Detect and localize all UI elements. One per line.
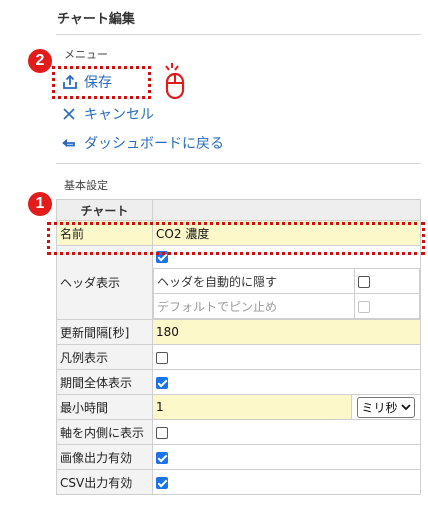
back-to-dashboard-label: ダッシュボードに戻る [84, 136, 224, 152]
auto-hide-header-label: ヘッダを自動的に隠す [153, 268, 355, 294]
name-row-highlight-box [47, 222, 425, 255]
pin-default-label: デフォルトでピン止め [153, 293, 355, 319]
update-interval-input[interactable]: 180 [152, 319, 421, 345]
upload-icon [62, 74, 84, 90]
image-output-label: 画像出力有効 [56, 444, 153, 470]
annotation-badge-2: 2 [28, 49, 52, 73]
chart-table-header: チャート [56, 199, 153, 221]
axis-inside-label: 軸を内側に表示 [56, 419, 153, 445]
update-interval-value: 180 [156, 325, 179, 339]
update-interval-row: 更新間隔[秒] 180 [56, 319, 421, 345]
cancel-label: キャンセル [84, 107, 154, 123]
csv-output-row: CSV出力有効 [56, 469, 421, 495]
back-arrow-icon [62, 137, 84, 149]
axis-inside-row: 軸を内側に表示 [56, 419, 421, 445]
menu-divider [56, 163, 421, 164]
annotation-badge-1: 1 [28, 192, 52, 216]
min-time-unit-select[interactable]: ミリ秒 [357, 396, 415, 418]
full-period-checkbox[interactable] [156, 376, 168, 389]
legend-label: 凡例表示 [56, 344, 153, 370]
min-time-row: 最小時間 1 ミリ秒 [56, 394, 421, 420]
title-divider [56, 34, 421, 35]
mouse-click-icon [160, 62, 190, 106]
image-output-row: 画像出力有効 [56, 444, 421, 470]
chart-table-header-empty [152, 199, 421, 221]
pin-default-checkbox [358, 300, 370, 313]
menu-section-label: メニュー [64, 48, 108, 61]
legend-row: 凡例表示 [56, 344, 421, 370]
image-output-checkbox[interactable] [156, 451, 168, 464]
save-label: 保存 [84, 75, 112, 91]
legend-checkbox[interactable] [156, 351, 168, 364]
auto-hide-header-checkbox[interactable] [358, 275, 370, 288]
axis-inside-checkbox[interactable] [156, 426, 168, 439]
csv-output-label: CSV出力有効 [56, 469, 153, 495]
close-icon [62, 107, 84, 121]
save-menu-item[interactable]: 保存 [62, 70, 112, 94]
update-interval-label: 更新間隔[秒] [56, 319, 153, 345]
min-time-value: 1 [156, 400, 164, 414]
csv-output-checkbox[interactable] [156, 476, 168, 489]
chevron-down-icon [400, 404, 411, 411]
min-time-label: 最小時間 [56, 394, 153, 420]
min-time-input[interactable]: 1 [153, 395, 352, 419]
cancel-menu-item[interactable]: キャンセル [62, 102, 154, 126]
full-period-label: 期間全体表示 [56, 369, 153, 395]
full-period-row: 期間全体表示 [56, 369, 421, 395]
header-display-label: ヘッダ表示 [56, 245, 153, 320]
back-to-dashboard-menu-item[interactable]: ダッシュボードに戻る [62, 131, 224, 155]
min-time-unit-value: ミリ秒 [361, 400, 398, 415]
header-display-row: ヘッダ表示 ヘッダを自動的に隠す デフォルトでピン止め [56, 245, 421, 320]
settings-section-label: 基本設定 [64, 179, 108, 192]
page-title: チャート編集 [57, 12, 135, 27]
